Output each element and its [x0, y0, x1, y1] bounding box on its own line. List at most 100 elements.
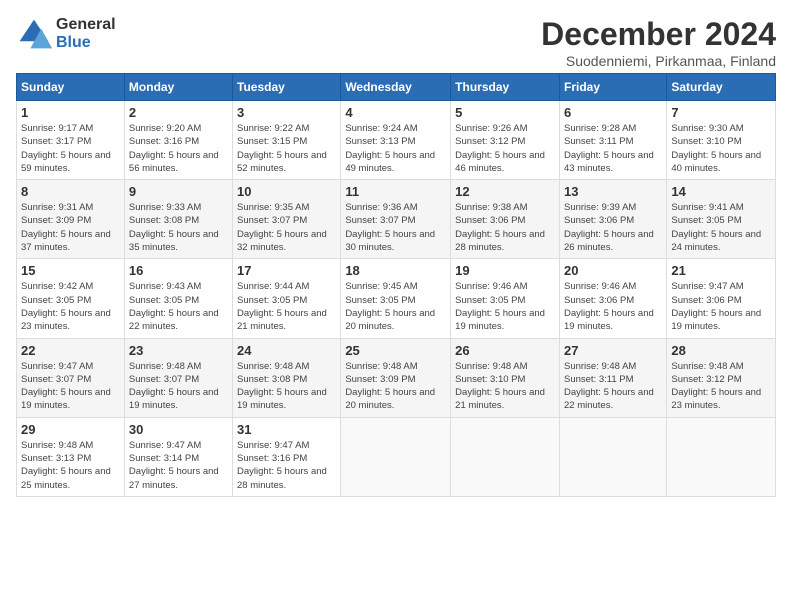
day-number: 9	[129, 184, 228, 199]
calendar-day-cell: 8 Sunrise: 9:31 AMSunset: 3:09 PMDayligh…	[17, 180, 125, 259]
day-detail: Sunrise: 9:42 AMSunset: 3:05 PMDaylight:…	[21, 280, 120, 333]
calendar-day-cell: 22 Sunrise: 9:47 AMSunset: 3:07 PMDaylig…	[17, 338, 125, 417]
calendar-week-row: 15 Sunrise: 9:42 AMSunset: 3:05 PMDaylig…	[17, 259, 776, 338]
day-detail: Sunrise: 9:46 AMSunset: 3:06 PMDaylight:…	[564, 280, 662, 333]
day-number: 5	[455, 105, 555, 120]
calendar-day-cell	[667, 417, 776, 496]
calendar-day-cell: 13 Sunrise: 9:39 AMSunset: 3:06 PMDaylig…	[559, 180, 666, 259]
day-number: 10	[237, 184, 336, 199]
page-header: General Blue December 2024 Suodenniemi, …	[16, 16, 776, 69]
calendar-day-cell	[559, 417, 666, 496]
calendar-week-row: 1 Sunrise: 9:17 AMSunset: 3:17 PMDayligh…	[17, 101, 776, 180]
day-number: 12	[455, 184, 555, 199]
calendar-day-cell: 26 Sunrise: 9:48 AMSunset: 3:10 PMDaylig…	[451, 338, 560, 417]
calendar-day-cell: 6 Sunrise: 9:28 AMSunset: 3:11 PMDayligh…	[559, 101, 666, 180]
day-detail: Sunrise: 9:38 AMSunset: 3:06 PMDaylight:…	[455, 201, 555, 254]
day-number: 4	[345, 105, 446, 120]
day-detail: Sunrise: 9:33 AMSunset: 3:08 PMDaylight:…	[129, 201, 228, 254]
calendar-day-cell: 20 Sunrise: 9:46 AMSunset: 3:06 PMDaylig…	[559, 259, 666, 338]
day-detail: Sunrise: 9:22 AMSunset: 3:15 PMDaylight:…	[237, 122, 336, 175]
calendar-day-cell: 10 Sunrise: 9:35 AMSunset: 3:07 PMDaylig…	[233, 180, 341, 259]
day-number: 2	[129, 105, 228, 120]
logo-icon	[16, 16, 52, 52]
header-sunday: Sunday	[17, 74, 125, 101]
title-section: December 2024 Suodenniemi, Pirkanmaa, Fi…	[541, 16, 776, 69]
calendar-day-cell: 25 Sunrise: 9:48 AMSunset: 3:09 PMDaylig…	[341, 338, 451, 417]
day-number: 15	[21, 263, 120, 278]
day-number: 1	[21, 105, 120, 120]
day-number: 23	[129, 343, 228, 358]
header-saturday: Saturday	[667, 74, 776, 101]
day-detail: Sunrise: 9:45 AMSunset: 3:05 PMDaylight:…	[345, 280, 446, 333]
calendar-day-cell: 1 Sunrise: 9:17 AMSunset: 3:17 PMDayligh…	[17, 101, 125, 180]
day-detail: Sunrise: 9:48 AMSunset: 3:10 PMDaylight:…	[455, 360, 555, 413]
day-number: 11	[345, 184, 446, 199]
day-detail: Sunrise: 9:47 AMSunset: 3:16 PMDaylight:…	[237, 439, 336, 492]
day-detail: Sunrise: 9:20 AMSunset: 3:16 PMDaylight:…	[129, 122, 228, 175]
day-number: 28	[671, 343, 771, 358]
main-title: December 2024	[541, 16, 776, 53]
day-detail: Sunrise: 9:48 AMSunset: 3:08 PMDaylight:…	[237, 360, 336, 413]
day-detail: Sunrise: 9:28 AMSunset: 3:11 PMDaylight:…	[564, 122, 662, 175]
calendar-day-cell: 21 Sunrise: 9:47 AMSunset: 3:06 PMDaylig…	[667, 259, 776, 338]
calendar-day-cell: 2 Sunrise: 9:20 AMSunset: 3:16 PMDayligh…	[124, 101, 232, 180]
calendar-day-cell: 18 Sunrise: 9:45 AMSunset: 3:05 PMDaylig…	[341, 259, 451, 338]
calendar-day-cell	[451, 417, 560, 496]
calendar-day-cell: 28 Sunrise: 9:48 AMSunset: 3:12 PMDaylig…	[667, 338, 776, 417]
day-number: 31	[237, 422, 336, 437]
day-detail: Sunrise: 9:48 AMSunset: 3:09 PMDaylight:…	[345, 360, 446, 413]
day-number: 8	[21, 184, 120, 199]
day-detail: Sunrise: 9:30 AMSunset: 3:10 PMDaylight:…	[671, 122, 771, 175]
day-number: 6	[564, 105, 662, 120]
logo-blue: Blue	[56, 34, 116, 52]
header-thursday: Thursday	[451, 74, 560, 101]
day-detail: Sunrise: 9:26 AMSunset: 3:12 PMDaylight:…	[455, 122, 555, 175]
day-detail: Sunrise: 9:48 AMSunset: 3:11 PMDaylight:…	[564, 360, 662, 413]
day-number: 7	[671, 105, 771, 120]
day-number: 17	[237, 263, 336, 278]
calendar-day-cell: 3 Sunrise: 9:22 AMSunset: 3:15 PMDayligh…	[233, 101, 341, 180]
day-detail: Sunrise: 9:41 AMSunset: 3:05 PMDaylight:…	[671, 201, 771, 254]
day-detail: Sunrise: 9:47 AMSunset: 3:07 PMDaylight:…	[21, 360, 120, 413]
day-detail: Sunrise: 9:44 AMSunset: 3:05 PMDaylight:…	[237, 280, 336, 333]
day-detail: Sunrise: 9:17 AMSunset: 3:17 PMDaylight:…	[21, 122, 120, 175]
calendar-day-cell: 16 Sunrise: 9:43 AMSunset: 3:05 PMDaylig…	[124, 259, 232, 338]
calendar-week-row: 22 Sunrise: 9:47 AMSunset: 3:07 PMDaylig…	[17, 338, 776, 417]
day-detail: Sunrise: 9:43 AMSunset: 3:05 PMDaylight:…	[129, 280, 228, 333]
day-number: 29	[21, 422, 120, 437]
calendar-day-cell: 14 Sunrise: 9:41 AMSunset: 3:05 PMDaylig…	[667, 180, 776, 259]
logo-text: General Blue	[56, 16, 116, 51]
calendar-day-cell: 9 Sunrise: 9:33 AMSunset: 3:08 PMDayligh…	[124, 180, 232, 259]
calendar-day-cell: 15 Sunrise: 9:42 AMSunset: 3:05 PMDaylig…	[17, 259, 125, 338]
day-number: 30	[129, 422, 228, 437]
calendar-day-cell: 24 Sunrise: 9:48 AMSunset: 3:08 PMDaylig…	[233, 338, 341, 417]
day-number: 16	[129, 263, 228, 278]
day-detail: Sunrise: 9:47 AMSunset: 3:14 PMDaylight:…	[129, 439, 228, 492]
day-number: 21	[671, 263, 771, 278]
day-detail: Sunrise: 9:48 AMSunset: 3:12 PMDaylight:…	[671, 360, 771, 413]
calendar-day-cell: 30 Sunrise: 9:47 AMSunset: 3:14 PMDaylig…	[124, 417, 232, 496]
calendar-day-cell: 31 Sunrise: 9:47 AMSunset: 3:16 PMDaylig…	[233, 417, 341, 496]
header-friday: Friday	[559, 74, 666, 101]
day-number: 20	[564, 263, 662, 278]
logo: General Blue	[16, 16, 116, 52]
calendar-day-cell: 5 Sunrise: 9:26 AMSunset: 3:12 PMDayligh…	[451, 101, 560, 180]
calendar-week-row: 29 Sunrise: 9:48 AMSunset: 3:13 PMDaylig…	[17, 417, 776, 496]
calendar-header-row: Sunday Monday Tuesday Wednesday Thursday…	[17, 74, 776, 101]
calendar-day-cell: 29 Sunrise: 9:48 AMSunset: 3:13 PMDaylig…	[17, 417, 125, 496]
header-monday: Monday	[124, 74, 232, 101]
day-number: 25	[345, 343, 446, 358]
header-wednesday: Wednesday	[341, 74, 451, 101]
day-detail: Sunrise: 9:35 AMSunset: 3:07 PMDaylight:…	[237, 201, 336, 254]
calendar-day-cell: 19 Sunrise: 9:46 AMSunset: 3:05 PMDaylig…	[451, 259, 560, 338]
day-number: 19	[455, 263, 555, 278]
calendar-day-cell	[341, 417, 451, 496]
day-detail: Sunrise: 9:48 AMSunset: 3:07 PMDaylight:…	[129, 360, 228, 413]
day-detail: Sunrise: 9:36 AMSunset: 3:07 PMDaylight:…	[345, 201, 446, 254]
calendar-day-cell: 17 Sunrise: 9:44 AMSunset: 3:05 PMDaylig…	[233, 259, 341, 338]
day-detail: Sunrise: 9:31 AMSunset: 3:09 PMDaylight:…	[21, 201, 120, 254]
calendar-day-cell: 12 Sunrise: 9:38 AMSunset: 3:06 PMDaylig…	[451, 180, 560, 259]
day-number: 22	[21, 343, 120, 358]
calendar-day-cell: 23 Sunrise: 9:48 AMSunset: 3:07 PMDaylig…	[124, 338, 232, 417]
day-number: 3	[237, 105, 336, 120]
